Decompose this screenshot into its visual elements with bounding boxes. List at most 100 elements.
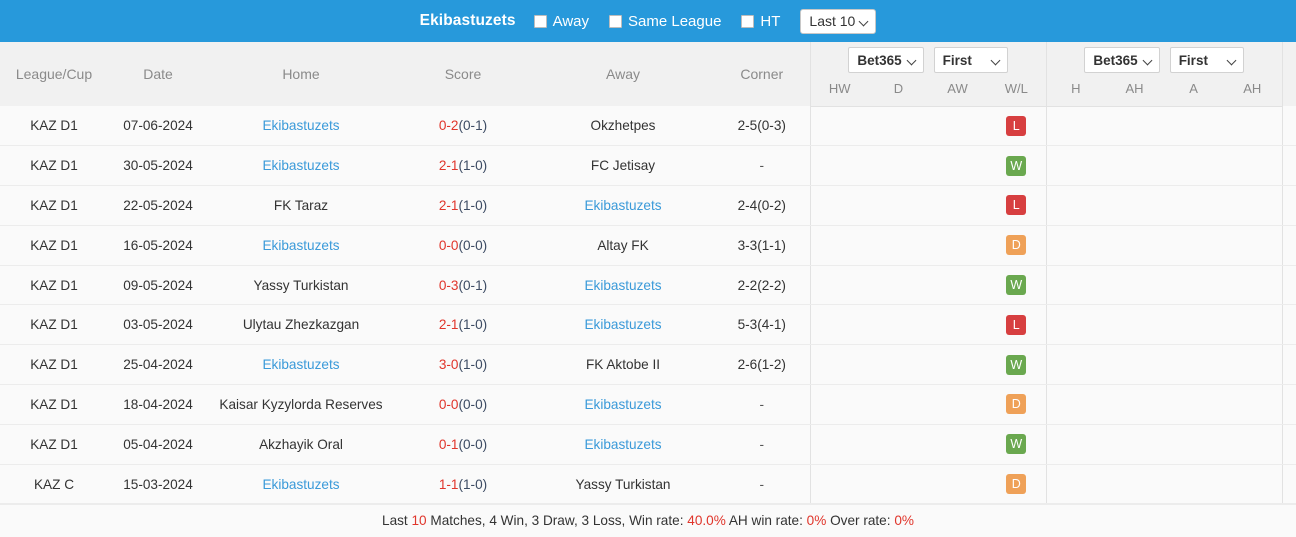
cell-home: Ekibastuzets [208, 106, 394, 147]
table-row[interactable]: KAZ C 15-03-2024 Ekibastuzets 1-1(1-0) Yassy… [0, 464, 1296, 505]
home-team-name[interactable]: Ekibastuzets [262, 158, 339, 173]
cell-home: Ulytau Zhezkazgan [208, 304, 394, 346]
score-halftime: (0-0) [458, 237, 488, 253]
table-row[interactable]: KAZ D1 05-04-2024 Akzhayik Oral 0-1(0-0) Eki… [0, 424, 1296, 465]
away-team-name: FC Jetisay [590, 158, 656, 174]
league-label: KAZ D1 [30, 357, 78, 373]
home-team-name[interactable]: Ekibastuzets [262, 118, 339, 133]
table-row[interactable]: KAZ D1 22-05-2024 FK Taraz 2-1(1-0) Ekibastu… [0, 185, 1296, 226]
cell-odds-aw [928, 145, 987, 187]
cell-odds-aw [928, 384, 987, 425]
cell-odds-wl: W [987, 424, 1047, 465]
cell-corner: 2-4(0-2) [714, 185, 810, 226]
col-header-hw: HW [809, 78, 869, 107]
match-count-select[interactable]: Last 10 [800, 8, 877, 34]
cell-ah-ah2 [1223, 344, 1283, 386]
cell-date: 03-05-2024 [108, 304, 208, 346]
cell-odds-aw [928, 304, 987, 346]
away-team-name[interactable]: Ekibastuzets [584, 278, 661, 293]
table-head-row-primary: League/Cup Date Home Score Away Corner B… [0, 42, 1296, 106]
cell-odds-hw [809, 304, 869, 346]
away-team-name: Altay FK [597, 237, 649, 253]
cell-corner: 2-6(1-2) [714, 344, 810, 386]
table-row[interactable]: KAZ D1 07-06-2024 Ekibastuzets 0-2(0-1) Okzh… [0, 106, 1296, 147]
summary-win-rate: 40.0% [687, 512, 726, 528]
away-team-name: FK Aktobe II [585, 357, 661, 373]
date-label: 25-04-2024 [123, 357, 193, 373]
cell-odds-d [869, 424, 928, 465]
table-row[interactable]: KAZ D1 03-05-2024 Ulytau Zhezkazgan 2-1(1-0… [0, 304, 1296, 346]
checkbox-ht-icon[interactable] [741, 14, 755, 28]
col-header-away: Away [532, 42, 714, 106]
checkbox-away-icon[interactable] [533, 14, 547, 28]
home-team-name[interactable]: Ekibastuzets [262, 357, 339, 372]
home-team-name[interactable]: Ekibastuzets [262, 477, 339, 492]
cell-odds-d [869, 464, 928, 505]
away-team-name[interactable]: Ekibastuzets [584, 437, 661, 452]
cell-league: KAZ C [0, 464, 108, 505]
odds-2-period-select[interactable]: First [1169, 47, 1244, 73]
cell-score: 0-3(0-1) [394, 265, 532, 306]
odds-2-bookmaker-select[interactable]: Bet365 [1084, 47, 1160, 73]
table-row[interactable]: KAZ D1 09-05-2024 Yassy Turkistan 0-3(0-1) E… [0, 265, 1296, 306]
chevron-down-icon [860, 17, 869, 26]
table-head: League/Cup Date Home Score Away Corner B… [0, 42, 1296, 107]
league-label: KAZ D1 [30, 317, 78, 333]
table-row[interactable]: KAZ D1 18-04-2024 Kaisar Kyzylorda Reserve… [0, 384, 1296, 425]
home-team-name[interactable]: Ekibastuzets [262, 238, 339, 253]
league-label: KAZ D1 [30, 396, 78, 412]
away-team-name[interactable]: Ekibastuzets [584, 317, 661, 332]
score-fulltime: 3-0 [438, 357, 459, 373]
table-row[interactable]: KAZ D1 30-05-2024 Ekibastuzets 2-1(1-0) FC J… [0, 145, 1296, 187]
cell-date: 22-05-2024 [108, 185, 208, 226]
cell-odds-d [869, 145, 928, 187]
cell-odds-aw [928, 265, 987, 306]
cell-ah-a [1164, 225, 1224, 266]
cell-ah-ah1 [1105, 106, 1165, 147]
page-title: Ekibastuzets [419, 12, 516, 29]
cell-odds-hw [809, 145, 869, 187]
cell-league: KAZ D1 [0, 225, 108, 266]
filter-away[interactable]: Away [533, 13, 589, 30]
cell-date: 09-05-2024 [108, 265, 208, 306]
col-header-home: Home [208, 42, 394, 106]
cell-odds-hw [809, 384, 869, 425]
away-team-name[interactable]: Ekibastuzets [584, 397, 661, 412]
cell-odds-d [869, 225, 928, 266]
cell-ah-ah1 [1105, 265, 1165, 306]
score-halftime: (1-0) [458, 357, 488, 373]
cell-ah-ah2 [1223, 464, 1283, 505]
result-badge: D [1006, 474, 1027, 495]
checkbox-same-league-icon[interactable] [609, 14, 623, 28]
cell-away: Okzhetpes [532, 106, 714, 147]
cell-ah-ah2 [1223, 106, 1283, 147]
table-body: KAZ D1 07-06-2024 Ekibastuzets 0-2(0-1) Okzh… [0, 106, 1296, 505]
filter-ht[interactable]: HT [741, 13, 780, 30]
match-count-value: Last 10 [809, 13, 856, 29]
away-team-name[interactable]: Ekibastuzets [584, 198, 661, 213]
score-fulltime: 0-3 [438, 277, 459, 293]
cell-score: 2-1(1-0) [394, 304, 532, 346]
cell-league: KAZ D1 [0, 265, 108, 306]
cell-ou [1281, 424, 1296, 465]
cell-odds-d [869, 384, 928, 425]
summary-prefix: Last [382, 512, 412, 528]
corner-value: - [759, 436, 765, 452]
date-label: 07-06-2024 [123, 118, 193, 134]
odds-1-bookmaker-select[interactable]: Bet365 [848, 47, 924, 73]
cell-away: Ekibastuzets [532, 185, 714, 226]
cell-ah-ah1 [1105, 225, 1165, 266]
cell-ah-a [1164, 265, 1224, 306]
filter-same-league[interactable]: Same League [609, 13, 721, 30]
col-header-a: A [1164, 78, 1224, 107]
table-row[interactable]: KAZ D1 16-05-2024 Ekibastuzets 0-0(0-0) Alta… [0, 225, 1296, 266]
score-fulltime: 0-0 [438, 396, 459, 412]
cell-league: KAZ D1 [0, 145, 108, 187]
odds-1-period-select[interactable]: First [933, 47, 1008, 73]
cell-corner: 5-3(4-1) [714, 304, 810, 346]
table-row[interactable]: KAZ D1 25-04-2024 Ekibastuzets 3-0(1-0) FK A… [0, 344, 1296, 386]
cell-ah-ah2 [1223, 424, 1283, 465]
league-label: KAZ D1 [30, 158, 78, 174]
cell-ou [1281, 145, 1296, 187]
cell-odds-aw [928, 424, 987, 465]
